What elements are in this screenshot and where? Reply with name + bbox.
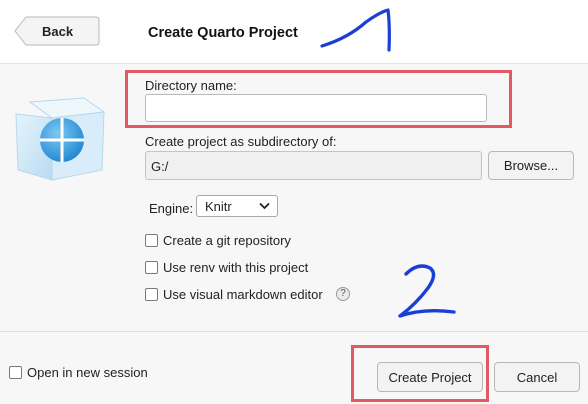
help-icon[interactable]: ? [336, 287, 350, 301]
page-title: Create Quarto Project [148, 25, 298, 41]
engine-select-value: Knitr [205, 199, 232, 214]
directory-name-input[interactable] [145, 94, 487, 122]
git-repo-label: Create a git repository [163, 233, 291, 248]
subdirectory-path: G:/ [145, 151, 482, 180]
new-session-checkbox[interactable] [9, 366, 22, 379]
subdirectory-label: Create project as subdirectory of: [145, 134, 337, 149]
renv-checkbox[interactable] [145, 261, 158, 274]
directory-name-label: Directory name: [145, 78, 237, 93]
git-repo-checkbox[interactable] [145, 234, 158, 247]
visual-editor-checkbox[interactable] [145, 288, 158, 301]
engine-select[interactable]: Knitr [196, 195, 278, 217]
browse-button[interactable]: Browse... [488, 151, 574, 180]
engine-label: Engine: [149, 201, 194, 216]
visual-editor-label: Use visual markdown editor [163, 287, 323, 302]
annotation-step-1-icon [320, 8, 391, 52]
create-project-button[interactable]: Create Project [377, 362, 483, 392]
new-session-label: Open in new session [27, 365, 148, 380]
back-button[interactable]: Back [14, 16, 100, 46]
back-button-label: Back [42, 24, 74, 39]
cancel-button[interactable]: Cancel [494, 362, 580, 392]
annotation-step-2-icon [398, 264, 456, 318]
quarto-cube-icon [15, 97, 106, 181]
renv-label: Use renv with this project [163, 260, 309, 275]
chevron-down-icon [259, 202, 270, 210]
